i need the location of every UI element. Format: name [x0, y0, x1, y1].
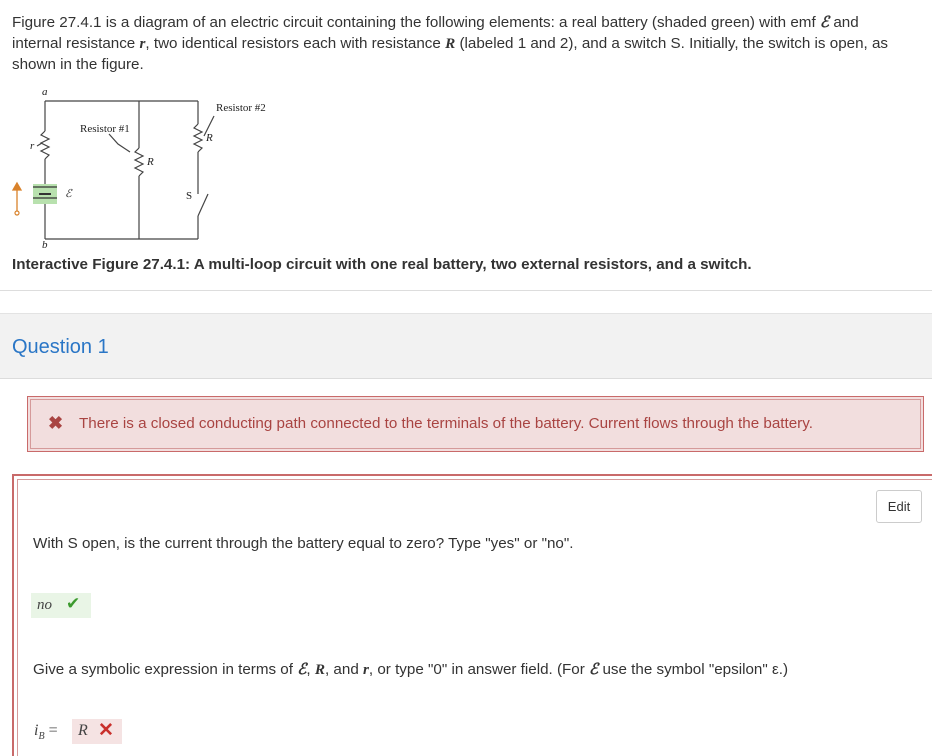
part2-text: , or type "0" in answer field. (For [368, 661, 590, 678]
emf-symbol: ℰ [297, 661, 307, 678]
edit-button[interactable]: Edit [876, 490, 922, 523]
part2-answer-field[interactable]: R ✕ [72, 719, 122, 744]
emf-label: ℰ [65, 188, 72, 200]
R-symbol: R [445, 35, 456, 52]
part2-text: , and [324, 661, 363, 678]
circuit-figure: a b r ℰ Resistor #1 Resistor #2 R R S [6, 86, 296, 254]
intro-text: internal resistance [12, 35, 140, 52]
intro-text: Figure 27.4.1 is a diagram of an electri… [12, 14, 820, 31]
feedback-text: There is a closed conducting path connec… [79, 415, 813, 432]
intro-text: (labeled 1 and 2), and a switch S. Initi… [455, 35, 889, 52]
feedback-banner: ✖ There is a closed conducting path conn… [27, 396, 924, 452]
part1-answer-field[interactable]: no ✔ [31, 593, 91, 618]
question-title: Question 1 [12, 336, 109, 358]
resistor2-value-label: R [206, 132, 213, 144]
part2-prompt: Give a symbolic expression in terms of ℰ… [33, 660, 788, 679]
intro-text: , two identical resistors each with resi… [145, 35, 446, 52]
question-box [12, 474, 932, 756]
intro-text: shown in the figure. [12, 56, 144, 73]
resistor2-label: Resistor #2 [216, 102, 266, 114]
part2-text: , [306, 661, 315, 678]
resistor1-value-label: R [147, 156, 154, 168]
resistor1-label: Resistor #1 [80, 123, 130, 135]
part2-answer-value: R [78, 722, 88, 739]
equals-sign: = [44, 722, 58, 739]
part2-text: Give a symbolic expression in terms of [33, 661, 298, 678]
node-b-label: b [42, 239, 48, 251]
x-mark-icon: ✕ [98, 720, 114, 741]
emf-symbol: ℰ [819, 14, 830, 31]
part1-answer-value: no [37, 597, 52, 613]
node-a-label: a [42, 86, 48, 98]
part2-text: use the symbol "epsilon" ε.) [598, 661, 788, 678]
divider [0, 290, 932, 291]
question-box-inner [17, 479, 932, 756]
internal-resistance-label: r [30, 140, 35, 152]
emf-symbol: ℰ [589, 661, 599, 678]
check-icon: ✔ [66, 594, 81, 613]
question-header: Question 1 [0, 313, 932, 379]
x-icon: ✖ [48, 413, 64, 433]
R-symbol: R [314, 661, 325, 678]
part1-prompt: With S open, is the current through the … [33, 535, 574, 552]
intro-text: and [829, 14, 859, 31]
switch-label: S [186, 190, 193, 202]
intro-paragraph: Figure 27.4.1 is a diagram of an electri… [12, 12, 912, 75]
figure-caption: Interactive Figure 27.4.1: A multi-loop … [12, 256, 752, 273]
part2-lhs: iB = [34, 722, 58, 742]
